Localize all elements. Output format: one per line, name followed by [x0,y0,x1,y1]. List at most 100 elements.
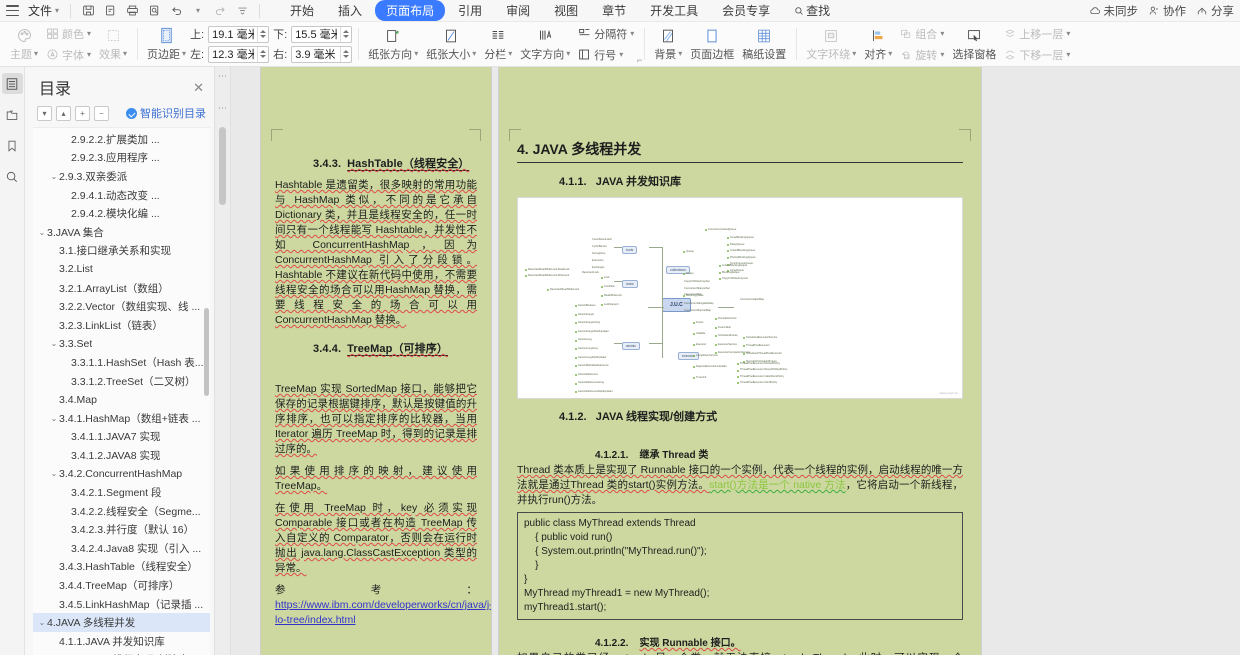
outline-item[interactable]: 3.2.2.Vector（数组实现、线 ... [33,297,210,316]
outline-item[interactable]: 3.4.5.LinkHashMap（记录插 ... [33,595,210,614]
cloud-sync-status[interactable]: 未同步 [1089,3,1138,19]
tab-view[interactable]: 视图 [543,0,589,21]
nav-scrollbar[interactable] [204,130,209,653]
save-icon[interactable] [78,2,98,20]
document-canvas[interactable]: 3.4.3. HashTable（线程安全） Hashtable 是遗留类，很多映… [231,67,1240,655]
paper-orientation-button[interactable]: 纸张方向 ▾ [364,25,422,64]
outline-item[interactable]: 2.9.4.1.动态改变 ... [33,186,210,205]
tab-section[interactable]: 章节 [591,0,637,21]
tab-page-layout[interactable]: 页面布局 [375,0,446,21]
expand-all-icon[interactable]: + [75,105,90,121]
chevron-down-icon[interactable]: ⌄ [37,228,47,237]
group-button[interactable]: 组合 ▾ [896,24,948,44]
margin-left-input[interactable] [209,46,258,62]
outline-item[interactable]: 3.4.2.1.Segment 段 [33,483,210,502]
grid-paper-button[interactable]: 稿纸设置 [738,25,790,64]
margin-bottom-stepper[interactable] [291,25,353,43]
share-button[interactable]: 分享 [1196,3,1234,19]
chevron-down-icon[interactable]: ⌄ [49,469,59,478]
outline-item[interactable]: 3.2.3.LinkList（链表） [33,316,210,335]
tab-find[interactable]: 查找 [783,0,841,21]
collapse-up-icon[interactable]: ▴ [56,105,71,121]
outline-item[interactable]: 3.1.接口继承关系和实现 [33,242,210,261]
document-scrollbar-left[interactable]: ⋯⋯⋯⋯ [215,67,231,655]
close-icon[interactable]: ✕ [193,81,204,94]
page-setup-dialog-launcher[interactable]: ⌐ [637,55,642,65]
outline-item[interactable]: ⌄4.1.2.JAVA 线程实现/创建方 ... [33,651,210,655]
undo-dropdown-icon[interactable]: ▾ [188,2,208,20]
print-icon[interactable] [122,2,142,20]
text-direction-button[interactable]: 文字方向 ▾ [516,25,574,64]
search-panel-icon[interactable] [2,166,23,187]
theme-color-button[interactable]: 颜色 ▾ [42,24,95,44]
outline-item[interactable]: 3.2.1.ArrayList（数组） [33,279,210,298]
margin-top-stepper[interactable] [208,25,270,43]
tab-review[interactable]: 审阅 [495,0,541,21]
tab-developer-tools[interactable]: 开发工具 [639,0,709,21]
margin-bottom-input[interactable] [292,26,341,42]
print-search-icon[interactable] [144,2,164,20]
chevron-down-icon[interactable]: ⌄ [37,618,47,627]
outline-item[interactable]: 3.4.1.2.JAVA8 实现 [33,446,210,465]
file-menu-button[interactable]: 文件 ▾ [24,0,63,21]
align-button[interactable]: 对齐 ▾ [860,25,896,64]
outline-item[interactable]: 3.4.Map [33,390,210,409]
stepper-arrows[interactable] [257,26,268,42]
chevron-down-icon[interactable]: ⌄ [49,414,59,423]
tab-start[interactable]: 开始 [279,0,325,21]
outline-item[interactable]: 3.3.1.1.HashSet（Hash 表... [33,353,210,372]
outline-item[interactable]: 3.4.2.2.线程安全（Segme... [33,502,210,521]
stepper-arrows[interactable] [257,46,268,62]
outline-item[interactable]: 3.3.1.2.TreeSet（二叉树） [33,372,210,391]
collapse-all-icon[interactable]: − [94,105,109,121]
margin-right-stepper[interactable] [291,45,353,63]
outline-item[interactable]: 3.4.4.TreeMap（可排序） [33,576,210,595]
collapse-down-icon[interactable]: ▾ [37,105,52,121]
smart-recognize-toc-button[interactable]: 智能识别目录 [126,105,206,121]
margin-right-input[interactable] [292,46,341,62]
outline-panel-icon[interactable] [1,73,23,94]
tab-reference[interactable]: 引用 [447,0,493,21]
document-scroll-thumb[interactable] [219,127,226,205]
background-button[interactable]: 背景 ▾ [650,25,686,64]
outline-item[interactable]: 2.9.4.2.模块化编 ... [33,204,210,223]
outline-item[interactable]: ⌄ 2.9.3.双亲委派 [33,167,210,186]
stepper-arrows[interactable] [340,46,351,62]
outline-item[interactable]: 2.9.2.3.应用程序 ... [33,149,210,168]
page-margin-button[interactable]: 页边距 ▾ [143,25,190,64]
outline-item[interactable]: 3.4.1.1.JAVA7 实现 [33,428,210,447]
outline-item[interactable]: 3.4.2.4.Java8 实现（引入 ... [33,539,210,558]
margin-top-input[interactable] [209,26,258,42]
thumbnail-panel-icon[interactable] [2,104,23,125]
outline-item[interactable]: ⌄ 3.4.1.HashMap（数组+链表 ... [33,409,210,428]
outline-item[interactable]: ⌄ 3.4.2.ConcurrentHashMap [33,465,210,484]
selection-pane-button[interactable]: 选择窗格 [948,25,1000,64]
bookmark-panel-icon[interactable] [2,135,23,156]
ref-link-ibm[interactable]: https://www.ibm.com/developerworks/cn/ja… [275,599,491,626]
theme-effect-button[interactable]: 效果 ▾ [95,25,131,64]
theme-font-button[interactable]: 字体 ▾ [42,45,95,65]
undo-icon[interactable] [166,2,186,20]
page-border-button[interactable]: 页面边框 [686,25,738,64]
outline-item[interactable]: 3.4.3.HashTable（线程安全） [33,558,210,577]
outline-item[interactable]: 4.1.1.JAVA 并发知识库 [33,632,210,651]
paper-size-button[interactable]: 纸张大小 ▾ [422,25,480,64]
outline-item[interactable]: ⌄ 4.JAVA 多线程并发 [33,613,210,633]
rotate-button[interactable]: 旋转 ▾ [896,45,948,65]
outline-item[interactable]: 2.9.2.2.扩展类加 ... [33,130,210,149]
chevron-down-icon[interactable]: ⌄ [49,172,59,181]
separator-button[interactable]: 分隔符 ▾ [574,24,638,44]
outline-item[interactable]: ⌄ 3.JAVA 集合 [33,223,210,242]
theme-button[interactable]: 主题 ▾ [6,25,42,64]
menu-hamburger-icon[interactable] [6,5,19,16]
tab-insert[interactable]: 插入 [327,0,373,21]
columns-button[interactable]: 分栏 ▾ [480,25,516,64]
outline-list[interactable]: 2.9.2.2.扩展类加 ... 2.9.2.3.应用程序 ... ⌄ 2.9.3.双… [33,127,210,655]
nav-scroll-thumb[interactable] [204,308,209,396]
tab-member-exclusive[interactable]: 会员专享 [711,0,781,21]
stepper-arrows[interactable] [340,26,351,42]
print-preview-icon[interactable] [100,2,120,20]
send-backward-button[interactable]: 下移一层 ▾ [1000,45,1074,65]
line-number-button[interactable]: 行号 ▾ [574,45,638,65]
outline-item[interactable]: ⌄ 3.3.Set [33,335,210,354]
